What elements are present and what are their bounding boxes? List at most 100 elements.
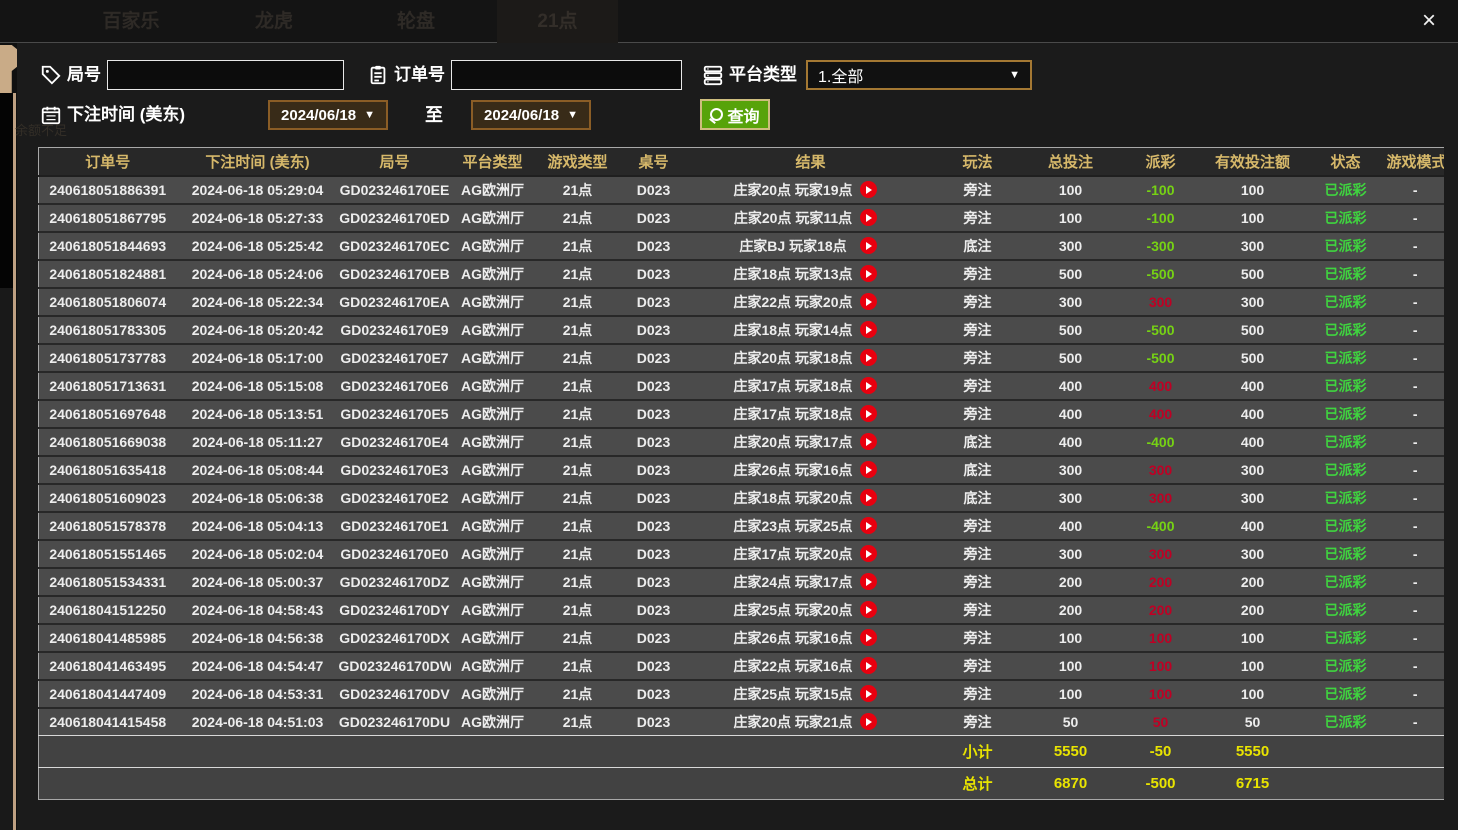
tab-baccarat: 百家乐	[86, 0, 176, 43]
sidebar-divider	[13, 93, 16, 830]
result-text: 庄家18点 玩家14点	[687, 320, 860, 340]
cell-game-mode: -	[1387, 400, 1445, 428]
filter-bar: 局号 订单号 平台类型 1.全部 ▼	[17, 43, 1458, 147]
replay-video-icon[interactable]	[860, 349, 877, 366]
cell-status: 已派彩	[1305, 204, 1387, 232]
cell-order-id: 240618051578378	[39, 512, 177, 540]
cell-game-type: 21点	[535, 232, 621, 260]
cell-bet-time: 2024-06-18 05:06:38	[177, 484, 339, 512]
cell-payout: 400	[1121, 372, 1201, 400]
replay-video-icon[interactable]	[860, 573, 877, 590]
background-block	[0, 93, 13, 288]
date-to-select[interactable]: 2024/06/18 ▼	[471, 100, 591, 130]
replay-video-icon[interactable]	[860, 237, 877, 254]
replay-video-icon[interactable]	[860, 377, 877, 394]
replay-video-icon[interactable]	[860, 517, 877, 534]
cell-order-id: 240618051824881	[39, 260, 177, 288]
cell-game-mode: -	[1387, 260, 1445, 288]
platform-type-select[interactable]: 1.全部 ▼	[806, 60, 1032, 90]
cell-payout: 100	[1121, 652, 1201, 680]
cell-bet-time: 2024-06-18 05:00:37	[177, 568, 339, 596]
cell-play: 旁注	[935, 176, 1021, 204]
totals-valid-bet: 5550	[1201, 736, 1305, 768]
cell-total-bet: 500	[1021, 316, 1121, 344]
round-id-label: 局号	[67, 60, 101, 90]
replay-video-icon[interactable]	[860, 489, 877, 506]
cell-bet-time: 2024-06-18 05:20:42	[177, 316, 339, 344]
table-row: 2406180516090232024-06-18 05:06:38GD0232…	[39, 484, 1445, 512]
cell-platform: AG欧洲厅	[451, 232, 535, 260]
cell-payout: -500	[1121, 344, 1201, 372]
column-header: 派彩	[1121, 148, 1201, 176]
cell-game-type: 21点	[535, 512, 621, 540]
replay-video-icon[interactable]	[860, 181, 877, 198]
cell-game-type: 21点	[535, 596, 621, 624]
replay-video-icon[interactable]	[860, 685, 877, 702]
cell-payout: 50	[1121, 708, 1201, 736]
close-icon[interactable]: ×	[1414, 6, 1444, 36]
date-to-value: 2024/06/18	[484, 107, 559, 124]
replay-video-icon[interactable]	[860, 461, 877, 478]
cell-game-type: 21点	[535, 624, 621, 652]
cell-table-id: D023	[621, 568, 687, 596]
replay-video-icon[interactable]	[860, 629, 877, 646]
order-id-input[interactable]	[451, 60, 682, 90]
cell-status: 已派彩	[1305, 372, 1387, 400]
cell-result: 庄家23点 玩家25点	[687, 512, 935, 540]
cell-total-bet: 400	[1021, 428, 1121, 456]
bet-history-dialog: 局号 订单号 平台类型 1.全部 ▼	[17, 43, 1458, 830]
cell-game-mode: -	[1387, 232, 1445, 260]
cell-round-id: GD023246170EE	[339, 176, 451, 204]
cell-result: 庄家18点 玩家13点	[687, 260, 935, 288]
replay-video-icon[interactable]	[860, 713, 877, 730]
cell-order-id: 240618051867795	[39, 204, 177, 232]
cell-order-id: 240618051635418	[39, 456, 177, 484]
replay-video-icon[interactable]	[860, 293, 877, 310]
cell-table-id: D023	[621, 456, 687, 484]
round-id-input[interactable]	[107, 60, 344, 90]
replay-video-icon[interactable]	[860, 321, 877, 338]
replay-video-icon[interactable]	[860, 545, 877, 562]
cell-valid-bet: 400	[1201, 400, 1305, 428]
replay-video-icon[interactable]	[860, 209, 877, 226]
cell-platform: AG欧洲厅	[451, 176, 535, 204]
query-button[interactable]: 查询	[700, 99, 770, 130]
cell-total-bet: 100	[1021, 204, 1121, 232]
chevron-down-icon: ▼	[567, 109, 578, 121]
result-text: 庄家24点 玩家17点	[687, 572, 860, 592]
cell-order-id: 240618051669038	[39, 428, 177, 456]
cell-round-id: GD023246170DW	[339, 652, 451, 680]
cell-order-id: 240618051534331	[39, 568, 177, 596]
cell-game-mode: -	[1387, 204, 1445, 232]
replay-video-icon[interactable]	[860, 601, 877, 618]
table-row: 2406180414634952024-06-18 04:54:47GD0232…	[39, 652, 1445, 680]
cell-status: 已派彩	[1305, 568, 1387, 596]
bet-time-label: 下注时间 (美东)	[67, 100, 185, 130]
table-row: 2406180518863912024-06-18 05:29:04GD0232…	[39, 176, 1445, 204]
cell-game-type: 21点	[535, 568, 621, 596]
cell-bet-time: 2024-06-18 05:04:13	[177, 512, 339, 540]
replay-video-icon[interactable]	[860, 265, 877, 282]
totals-total-bet: 6870	[1021, 768, 1121, 800]
column-header: 平台类型	[451, 148, 535, 176]
cell-play: 旁注	[935, 512, 1021, 540]
replay-video-icon[interactable]	[860, 405, 877, 422]
totals-row: 总计6870-5006715	[39, 768, 1445, 800]
clipboard-icon	[367, 64, 389, 86]
cell-platform: AG欧洲厅	[451, 456, 535, 484]
cell-play: 底注	[935, 484, 1021, 512]
replay-video-icon[interactable]	[860, 657, 877, 674]
cell-round-id: GD023246170E7	[339, 344, 451, 372]
table-row: 2406180415122502024-06-18 04:58:43GD0232…	[39, 596, 1445, 624]
table-footer: 小计5550-505550总计6870-5006715	[39, 736, 1445, 800]
table-row: 2406180515514652024-06-18 05:02:04GD0232…	[39, 540, 1445, 568]
cell-bet-time: 2024-06-18 05:15:08	[177, 372, 339, 400]
replay-video-icon[interactable]	[860, 433, 877, 450]
column-header: 局号	[339, 148, 451, 176]
cell-game-type: 21点	[535, 204, 621, 232]
cell-game-type: 21点	[535, 372, 621, 400]
cell-valid-bet: 400	[1201, 512, 1305, 540]
cell-table-id: D023	[621, 372, 687, 400]
totals-payout: -50	[1121, 736, 1201, 768]
date-from-select[interactable]: 2024/06/18 ▼	[268, 100, 388, 130]
